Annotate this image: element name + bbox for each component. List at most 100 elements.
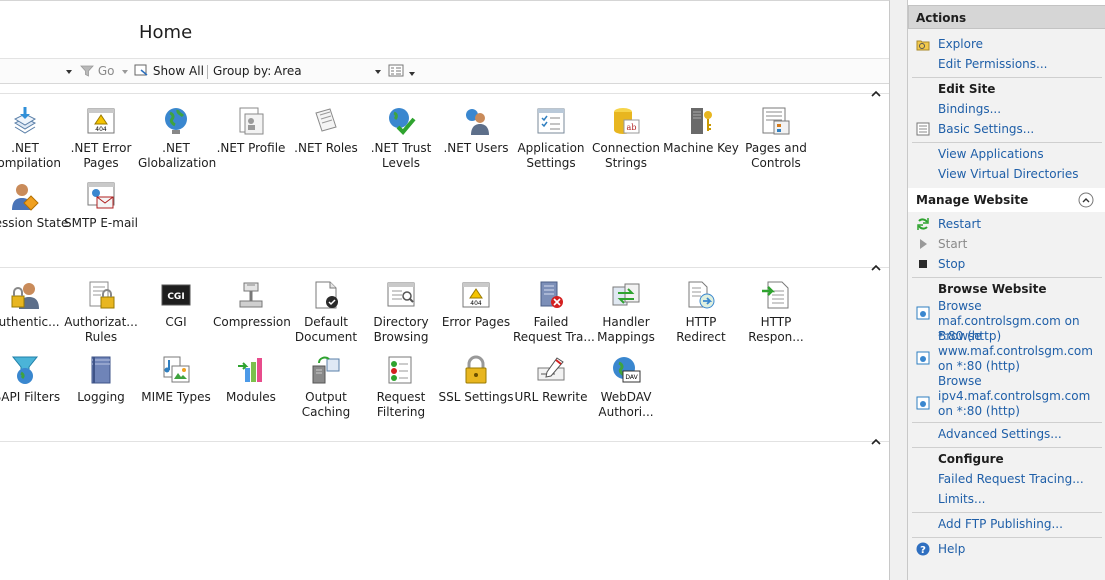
edit-site-title: Edit Site — [938, 82, 996, 96]
feature-http-response-headers[interactable]: HTTP Respon... — [738, 279, 814, 345]
feature-session-state[interactable]: Session State — [0, 180, 69, 231]
feature-logging[interactable]: Logging — [63, 354, 139, 405]
feature-label: Connection Strings — [592, 141, 660, 170]
basic-settings-link[interactable]: Basic Settings... — [938, 122, 1034, 136]
failed-request-tracing-link[interactable]: Failed Request Tracing... — [938, 472, 1084, 486]
feature-connection-strings[interactable]: ab Connection Strings — [588, 105, 664, 171]
section-divider — [0, 441, 889, 442]
group-by-label: Group by: — [213, 64, 272, 78]
browse-icon — [916, 351, 930, 365]
feature-compression[interactable]: Compression — [213, 279, 291, 330]
configure-title: Configure — [938, 452, 1004, 466]
bindings-link[interactable]: Bindings... — [938, 102, 1001, 116]
feature-webdav-authoring-rules[interactable]: DAV WebDAV Authori... — [588, 354, 664, 420]
svg-text:404: 404 — [95, 126, 107, 133]
restart-link[interactable]: Restart — [938, 217, 981, 231]
actions-separator — [912, 537, 1102, 538]
add-ftp-publishing-link[interactable]: Add FTP Publishing... — [938, 517, 1063, 531]
feature-authentication[interactable]: Authentic... — [0, 279, 63, 330]
authentication-icon — [11, 283, 39, 309]
feature-dotnet-globalization[interactable]: .NET Globalization — [138, 105, 217, 171]
feature-label: URL Rewrite — [514, 390, 588, 404]
go-dropdown-arrow[interactable] — [122, 64, 128, 78]
feature-authorization-rules[interactable]: Authorizat... Rules — [63, 279, 139, 345]
feature-label: .NET Profile — [216, 141, 286, 155]
feature-mime-types[interactable]: MIME Types — [138, 354, 214, 405]
feature-directory-browsing[interactable]: Directory Browsing — [363, 279, 439, 345]
collapse-chevron-icon[interactable] — [870, 437, 882, 447]
limits-link[interactable]: Limits... — [938, 492, 985, 506]
help-link[interactable]: Help — [938, 542, 965, 556]
feature-request-filtering[interactable]: Request Filtering — [363, 354, 439, 420]
show-all-icon — [134, 64, 148, 76]
request-filtering-icon — [388, 356, 412, 384]
feature-machine-key[interactable]: Machine Key — [663, 105, 739, 156]
feature-modules[interactable]: Modules — [213, 354, 289, 405]
feature-label: Handler Mappings — [597, 315, 655, 344]
view-virtual-directories-link[interactable]: View Virtual Directories — [938, 167, 1079, 181]
show-all-button[interactable]: Show All — [134, 64, 204, 78]
feature-error-pages[interactable]: 404 Error Pages — [438, 279, 514, 330]
section-divider — [0, 267, 889, 268]
feature-ssl-settings[interactable]: SSL Settings — [438, 354, 514, 405]
feature-dotnet-users[interactable]: .NET Users — [438, 105, 514, 156]
feature-dotnet-compilation[interactable]: .NETCompilation — [0, 105, 63, 171]
group-by-select[interactable]: Area — [274, 64, 384, 78]
collapse-chevron-icon[interactable] — [870, 263, 882, 273]
explore-link[interactable]: Explore — [938, 37, 983, 51]
feature-failed-request-tracing[interactable]: Failed Request Tra... — [513, 279, 595, 345]
browse-icon — [916, 396, 930, 410]
view-applications-link[interactable]: View Applications — [938, 147, 1044, 161]
feature-isapi-filters[interactable]: ISAPI Filters — [0, 354, 63, 405]
application-settings-icon — [537, 108, 565, 134]
browse-site-link-3[interactable]: Browse ipv4.maf.controlsgm.com on *:80 (… — [938, 374, 1103, 419]
edit-permissions-link[interactable]: Edit Permissions... — [938, 57, 1047, 71]
feature-http-redirect[interactable]: HTTP Redirect — [663, 279, 739, 345]
filter-dropdown-arrow[interactable] — [66, 64, 72, 78]
feature-smtp-email[interactable]: SMTP E-mail — [63, 180, 139, 231]
browse-icon — [916, 306, 930, 320]
actions-pane: Actions Explore Edit Permissions... Edit… — [908, 5, 1105, 580]
feature-url-rewrite[interactable]: URL Rewrite — [513, 354, 589, 405]
view-grid-icon — [388, 64, 404, 77]
stop-link[interactable]: Stop — [938, 257, 965, 271]
feature-label: Default Document — [294, 315, 358, 344]
feature-label: Application Settings — [517, 141, 585, 170]
browse-website-title: Browse Website — [938, 282, 1047, 296]
feature-output-caching[interactable]: Output Caching — [288, 354, 364, 420]
feature-label: SSL Settings — [438, 390, 514, 404]
view-mode-button[interactable] — [388, 64, 415, 80]
manage-website-header[interactable]: Manage Website — [908, 188, 1105, 212]
advanced-settings-link[interactable]: Advanced Settings... — [938, 427, 1062, 441]
feature-dotnet-trust-levels[interactable]: .NET Trust Levels — [363, 105, 439, 171]
feature-cgi[interactable]: CGI CGI — [138, 279, 214, 330]
webdav-icon: DAV — [613, 357, 641, 383]
globe-icon — [165, 108, 187, 134]
authorization-rules-icon — [89, 281, 115, 309]
feature-label: .NET Globalization — [138, 141, 217, 170]
feature-application-settings[interactable]: Application Settings — [513, 105, 589, 171]
feature-label: .NET Roles — [294, 141, 358, 155]
go-button[interactable]: Go — [80, 64, 114, 78]
pane-splitter[interactable] — [890, 0, 908, 580]
feature-dotnet-error-pages[interactable]: 404 .NET Error Pages — [63, 105, 139, 171]
pages-controls-icon — [762, 107, 790, 135]
users-icon — [466, 109, 489, 135]
feature-dotnet-roles[interactable]: .NET Roles — [288, 105, 364, 156]
feature-label: Session State — [0, 216, 69, 230]
stop-icon — [919, 260, 927, 268]
feature-pages-and-controls[interactable]: Pages and Controls — [738, 105, 814, 171]
collapse-section-icon[interactable] — [1078, 192, 1094, 208]
feature-default-document[interactable]: Default Document — [288, 279, 364, 345]
feature-label: Modules — [226, 390, 276, 404]
smtp-email-icon — [87, 182, 115, 209]
feature-dotnet-profile[interactable]: .NET Profile — [213, 105, 289, 156]
feature-label: Request Filtering — [376, 390, 426, 419]
basic-settings-icon — [916, 122, 930, 136]
collapse-chevron-icon[interactable] — [870, 89, 882, 99]
start-link[interactable]: Start — [938, 237, 967, 251]
browse-site-link-2[interactable]: Browse www.maf.controlsgm.com on *:80 (h… — [938, 329, 1103, 374]
feature-handler-mappings[interactable]: Handler Mappings — [588, 279, 664, 345]
handler-mappings-icon — [612, 283, 640, 306]
svg-text:404: 404 — [470, 300, 482, 307]
